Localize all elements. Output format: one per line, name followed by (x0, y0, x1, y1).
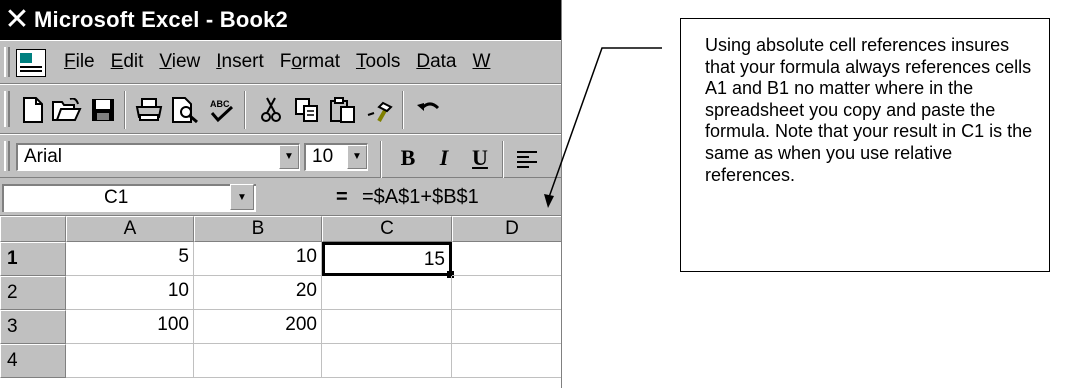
standard-toolbar-grip[interactable] (4, 91, 10, 127)
cell-a3[interactable]: 100 (66, 310, 194, 344)
font-name-value: Arial (24, 146, 63, 167)
format-painter-icon[interactable] (362, 93, 396, 127)
cell-d1[interactable] (452, 242, 561, 276)
spelling-icon[interactable]: ABC (204, 93, 238, 127)
cell-c2[interactable] (322, 276, 452, 310)
cell-d4[interactable] (452, 344, 561, 378)
chevron-down-icon[interactable]: ▼ (279, 145, 299, 169)
formatting-toolbar: Arial ▼ 10 ▼ B I U (0, 134, 561, 179)
column-header-d[interactable]: D (452, 216, 561, 242)
formula-bar: C1 ▼ = =$A$1+$B$1 (0, 178, 561, 216)
underline-button[interactable]: U (464, 143, 496, 173)
cell-d2[interactable] (452, 276, 561, 310)
menu-bar: File Edit View Insert Format Tools Data W (0, 40, 561, 84)
font-size-value: 10 (312, 146, 334, 167)
font-name-select[interactable]: Arial ▼ (16, 143, 300, 171)
copy-icon[interactable] (290, 93, 324, 127)
title-bar: ✕ Microsoft Excel - Book2 (0, 0, 561, 40)
formatting-toolbar-grip[interactable] (4, 141, 10, 171)
save-icon[interactable] (86, 93, 120, 127)
menu-edit[interactable]: Edit (103, 51, 152, 73)
menu-items: File Edit View Insert Format Tools Data W (56, 51, 498, 73)
callout-box: Using absolute cell references insures t… (680, 18, 1050, 272)
standard-toolbar: ABC (0, 84, 561, 134)
menu-insert[interactable]: Insert (208, 51, 272, 73)
menu-format[interactable]: Format (272, 51, 348, 73)
italic-button[interactable]: I (428, 143, 460, 173)
undo-icon[interactable] (412, 93, 446, 127)
cell-b1[interactable]: 10 (194, 242, 322, 276)
menu-bar-grip[interactable] (4, 47, 10, 77)
row-header-4[interactable]: 4 (0, 344, 66, 378)
callout-text: Using absolute cell references insures t… (705, 35, 1033, 185)
menu-view[interactable]: View (151, 51, 208, 73)
cell-a1[interactable]: 5 (66, 242, 194, 276)
excel-window: ✕ Microsoft Excel - Book2 File Edit View In… (0, 0, 562, 388)
cell-c3[interactable] (322, 310, 452, 344)
toolbar-separator (124, 91, 126, 129)
workbook-icon[interactable] (16, 49, 46, 77)
edit-formula-button[interactable]: = (336, 186, 348, 209)
window-title: Microsoft Excel - Book2 (34, 7, 288, 32)
column-header-a[interactable]: A (66, 216, 194, 242)
cell-a2[interactable]: 10 (66, 276, 194, 310)
select-all-corner[interactable] (0, 216, 66, 242)
menu-w[interactable]: W (464, 51, 498, 73)
align-left-icon[interactable] (510, 143, 544, 177)
worksheet-grid: A B C D 1 5 10 15 2 10 20 3 100 200 4 (0, 216, 561, 388)
cell-b4[interactable] (194, 344, 322, 378)
cut-icon[interactable] (254, 93, 288, 127)
cell-c4[interactable] (322, 344, 452, 378)
cell-b3[interactable]: 200 (194, 310, 322, 344)
row-header-3[interactable]: 3 (0, 310, 66, 344)
column-header-c[interactable]: C (322, 216, 452, 242)
chevron-down-icon[interactable]: ▼ (347, 145, 367, 169)
new-icon[interactable] (16, 93, 50, 127)
print-preview-icon[interactable] (168, 93, 202, 127)
excel-x-icon[interactable]: ✕ (0, 0, 34, 40)
paste-icon[interactable] (326, 93, 360, 127)
menu-file[interactable]: File (56, 51, 103, 73)
toolbar-separator (502, 141, 504, 179)
open-icon[interactable] (50, 93, 84, 127)
cell-d3[interactable] (452, 310, 561, 344)
row-header-1[interactable]: 1 (0, 242, 66, 276)
formula-input[interactable]: =$A$1+$B$1 (362, 186, 479, 209)
row-header-2[interactable]: 2 (0, 276, 66, 310)
menu-tools[interactable]: Tools (348, 51, 408, 73)
column-header-b[interactable]: B (194, 216, 322, 242)
cell-c1[interactable]: 15 (322, 242, 452, 276)
cell-b2[interactable]: 20 (194, 276, 322, 310)
bold-button[interactable]: B (392, 143, 424, 173)
chevron-down-icon[interactable]: ▼ (230, 184, 254, 210)
toolbar-separator (244, 91, 246, 129)
cell-a4[interactable] (66, 344, 194, 378)
svg-text:ABC: ABC (210, 99, 230, 109)
font-size-select[interactable]: 10 ▼ (304, 143, 368, 171)
toolbar-separator (380, 141, 382, 179)
print-icon[interactable] (132, 93, 166, 127)
toolbar-separator (402, 91, 404, 129)
menu-data[interactable]: Data (408, 51, 464, 73)
name-box[interactable]: C1 (2, 184, 256, 212)
